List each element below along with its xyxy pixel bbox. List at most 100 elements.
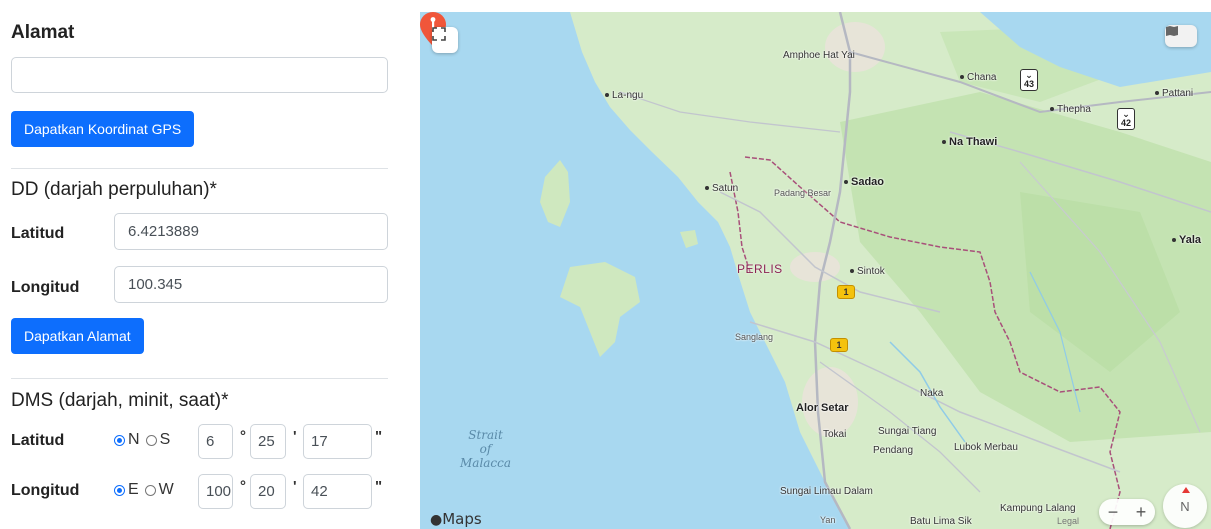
map-view[interactable]: Amphoe Hat Yai La-ngu Chana Pattani Thep… [420,12,1211,529]
place-label: Sanglang [735,332,774,342]
west-radio[interactable] [144,484,156,496]
west-label: W [158,481,174,498]
zoom-in-button[interactable]: + [1136,502,1147,523]
place-label: Lubok Merbau [954,442,1018,453]
place-dot [942,140,946,145]
north-radio[interactable] [114,434,125,446]
degree-symbol: ° [240,428,246,445]
place-label: Padang Besar [774,188,832,198]
place-label: Batu Lima Sik [910,516,972,527]
place-dot [705,186,709,191]
longitude-seconds-input[interactable]: 42 [303,474,372,509]
coordinate-form: Alamat Dapatkan Koordinat GPS DD (darjah… [0,0,410,529]
place-dot [605,93,609,98]
place-label: Sungai Tiang [878,426,937,437]
apple-logo-icon: ● [430,512,443,528]
route-badge: ⌄ 42 [1117,108,1135,130]
west-radio-option[interactable]: W [144,481,174,499]
place-label: La-ngu [605,90,643,101]
place-dot [1050,107,1054,112]
south-radio[interactable] [145,434,157,446]
second-symbol: " [375,478,383,495]
place-label-text: Satun [712,183,739,194]
address-input[interactable] [11,57,388,93]
get-gps-coordinates-button[interactable]: Dapatkan Koordinat GPS [11,111,195,147]
longitude-degrees-input[interactable]: 100 [198,474,233,509]
place-label: Na Thawi [942,136,997,148]
place-label-text: Sintok [857,266,885,277]
place-label-text: Chana [967,72,997,83]
route-badge-number: 43 [1023,79,1034,89]
sea-label-line: Strait [468,428,503,442]
dms-latitude-label: Latitud [11,432,65,449]
place-label: Yan [820,515,836,525]
place-label: Tokai [823,429,847,440]
place-label: Thepha [1050,104,1091,115]
longitude-hemisphere: E W [114,481,180,499]
place-label-text: La-ngu [612,90,644,101]
fullscreen-icon[interactable] [432,27,458,53]
place-label: Amphoe Hat Yai [783,50,855,61]
east-radio[interactable] [114,484,125,496]
longitude-minutes-input[interactable]: 20 [250,474,286,509]
latitude-minutes-input[interactable]: 25 [250,424,286,459]
north-radio-option[interactable]: N [114,431,140,449]
latitude-degrees-input[interactable]: 6 [198,424,233,459]
divider [11,378,388,379]
place-label: Chana [960,72,996,83]
place-label-text: Yala [1179,234,1202,246]
compass-north-indicator [1182,487,1190,493]
legal-link[interactable]: Legal [1057,516,1079,526]
zoom-control: − + [1099,499,1155,525]
compass-icon[interactable]: N [1163,484,1207,528]
maps-logo-text: Maps [442,510,482,528]
place-label: Kampung Lalang [1000,503,1076,514]
south-label: S [159,431,171,448]
place-label: Sintok [850,266,885,277]
place-label: Naka [920,388,944,399]
highway-shield: 1 [837,285,855,299]
sea-label-line: of [479,442,492,456]
place-label: Pendang [873,445,914,456]
dms-heading: DMS (darjah, minit, saat)* [11,390,229,411]
highway-shield: 1 [830,338,848,352]
route-badge: ⌄ 43 [1020,69,1038,91]
latitude-seconds-input[interactable]: 17 [303,424,372,459]
route-badge-number: 42 [1120,118,1131,128]
dd-longitude-label: Longitud [11,279,80,296]
region-label: PERLIS [737,262,783,276]
place-label: Yala [1172,234,1201,246]
second-symbol: " [375,428,383,445]
place-dot [960,75,964,80]
dd-heading: DD (darjah perpuluhan)* [11,179,217,200]
place-label: Pattani [1155,88,1193,99]
place-label: Sadao [844,176,884,188]
minute-symbol: ' [293,478,297,495]
degree-symbol: ° [240,478,246,495]
place-dot [850,269,854,274]
place-label-text: Pattani [1162,88,1194,99]
map-background [420,12,1211,529]
minute-symbol: ' [293,428,297,445]
apple-maps-logo: ●Maps [430,510,482,528]
get-address-button[interactable]: Dapatkan Alamat [11,318,144,354]
sea-label-line: Malacca [460,456,512,470]
compass-label: N [1180,498,1190,514]
place-label-text: Na Thawi [949,136,998,148]
east-radio-option[interactable]: E [114,481,139,499]
place-label-text: Sadao [851,176,885,188]
place-dot [1155,91,1159,96]
place-label: Sungai Limau Dalam [780,486,873,497]
map-type-icon[interactable] [1165,25,1197,47]
dms-longitude-label: Longitud [11,482,80,499]
divider [11,168,388,169]
place-label-text: Thepha [1057,104,1091,115]
east-label: E [128,481,139,498]
dd-latitude-input[interactable]: 6.4213889 [114,213,388,250]
dd-longitude-input[interactable]: 100.345 [114,266,388,303]
address-heading: Alamat [11,22,75,43]
place-label: Alor Setar [796,402,849,414]
place-dot [1172,238,1176,243]
south-radio-option[interactable]: S [145,431,171,449]
zoom-out-button[interactable]: − [1108,502,1119,523]
